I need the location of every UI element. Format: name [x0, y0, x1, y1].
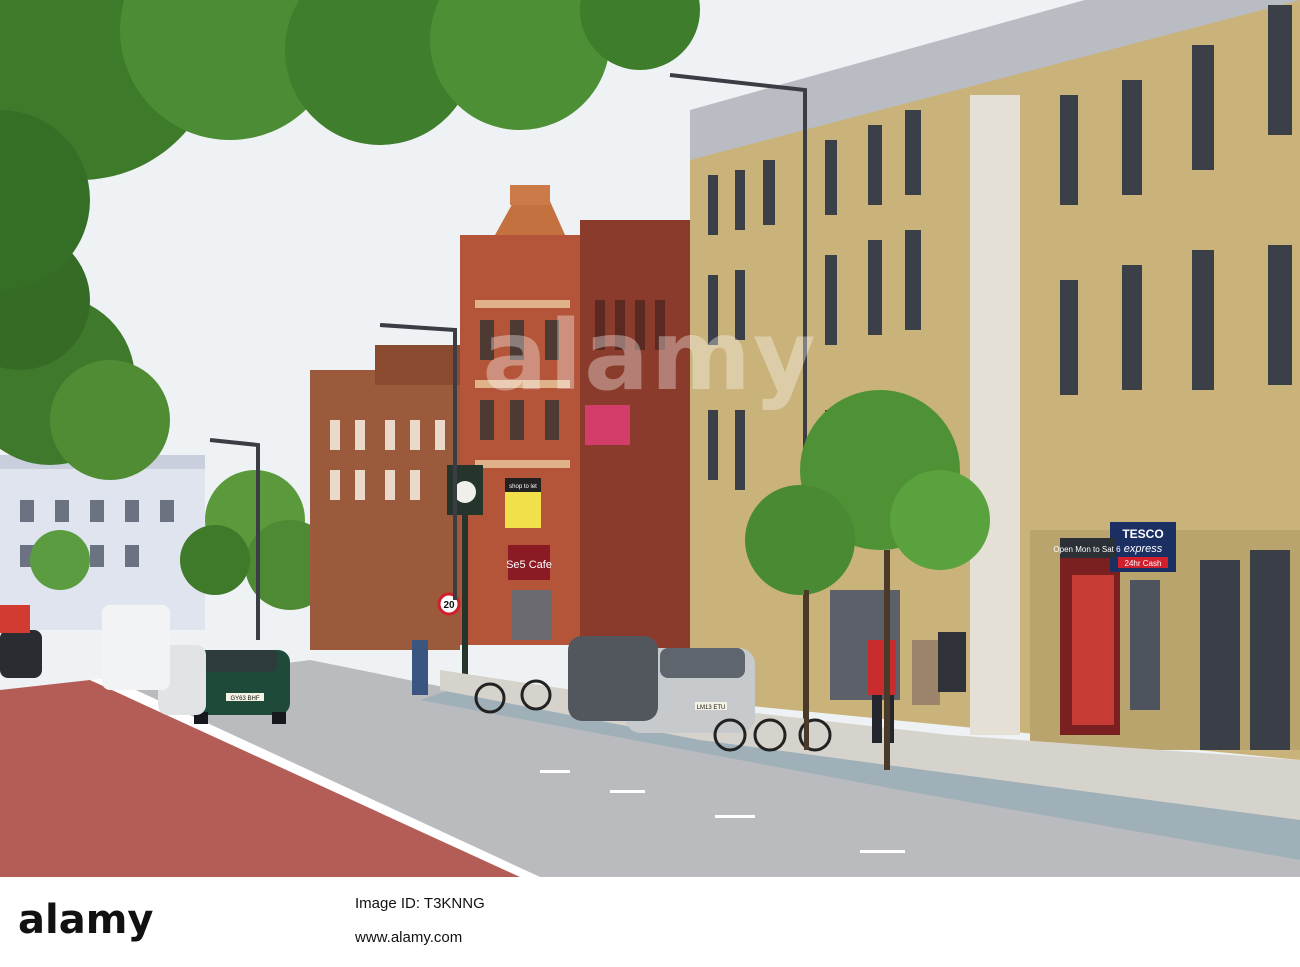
street-photo: TESCO express 24hr Cash Open Mon to Sat …: [0, 0, 1300, 877]
pink-sign: [585, 405, 630, 445]
tesco-brand: TESCO: [1122, 527, 1163, 541]
grey-suv: [568, 636, 658, 721]
open-hours-sign: Open Mon to Sat 6: [1053, 538, 1121, 558]
site-url: www.alamy.com: [355, 929, 463, 946]
street-scene: TESCO express 24hr Cash Open Mon to Sat …: [0, 0, 1300, 877]
brand-logo: alamy: [18, 897, 154, 943]
open-hours-text: Open Mon to Sat 6: [1053, 545, 1121, 554]
black-taxi: [0, 630, 42, 678]
dark-brick-building: [580, 220, 690, 650]
image-id: Image ID: T3KNNG: [355, 895, 485, 912]
shop-to-let-text: shop to let: [509, 484, 537, 490]
white-van: [102, 605, 170, 690]
red-van: [0, 605, 30, 633]
silver-car-plate: LM13 ETU: [697, 705, 726, 711]
cafe-text: Se5 Cafe: [506, 559, 552, 571]
white-building: [0, 455, 205, 630]
tesco-sub: express: [1124, 543, 1163, 555]
green-car-plate: GY63 BHF: [230, 696, 259, 702]
footer-bar: alamy Image ID: T3KNNG www.alamy.com: [0, 877, 1300, 967]
tesco-cash: 24hr Cash: [1125, 559, 1162, 568]
speed-limit-text: 20: [443, 600, 455, 611]
shop-to-let-sign: shop to let: [505, 478, 541, 528]
cafe-sign: Se5 Cafe: [506, 545, 552, 640]
